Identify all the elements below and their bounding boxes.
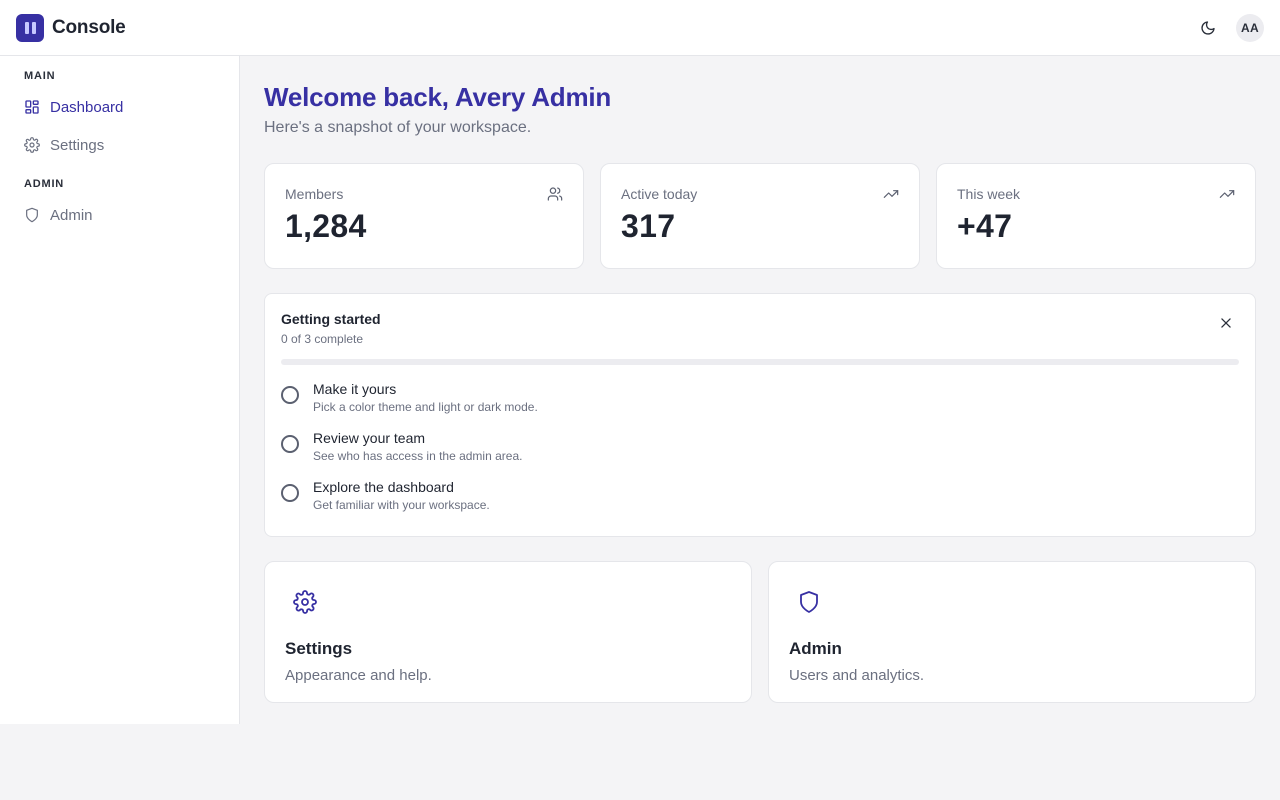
users-icon [547,187,563,201]
shield-icon [800,591,818,613]
card-title: Admin [789,639,842,658]
close-icon[interactable] [1219,316,1233,330]
console-logo-icon [16,13,44,42]
task-title: Explore the dashboard [313,479,454,495]
task-item[interactable]: Explore the dashboard Get familiar with … [281,479,1239,512]
top-actions: AA [1194,13,1264,42]
getting-started-panel: Getting started 0 of 3 complete Make it … [264,293,1256,537]
getting-started-title: Getting started [281,311,381,327]
trending-up-icon [1219,190,1235,198]
task-text: Make it yours Pick a color theme and lig… [313,381,538,414]
quick-links: Settings Appearance and help. Admin User… [264,561,1256,703]
sidebar-section-main: MAIN [24,70,56,82]
sidebar-item-settings[interactable]: Settings [0,126,239,164]
theme-toggle-button[interactable] [1194,14,1222,42]
card-description: Appearance and help. [285,667,432,684]
sidebar-section-admin: ADMIN [24,178,65,190]
task-item[interactable]: Make it yours Pick a color theme and lig… [281,381,1239,414]
stat-value: +47 [957,208,1013,244]
stat-label: Active today [621,186,698,202]
task-text: Review your team See who has access in t… [313,430,522,463]
getting-started-progress-bar [281,359,1239,365]
stat-card-members: Members 1,284 [264,163,584,269]
sidebar-item-dashboard[interactable]: Dashboard [0,88,239,126]
top-bar: Console AA [0,0,1280,56]
gear-icon [24,137,40,153]
stat-value: 1,284 [285,208,367,244]
page-subtitle: Here's a snapshot of your workspace. [264,119,532,136]
stat-card-active-today: Active today 317 [600,163,920,269]
gear-icon [293,590,317,614]
settings-card[interactable]: Settings Appearance and help. [264,561,752,703]
stat-value: 317 [621,208,676,244]
brand[interactable]: Console [16,13,126,42]
task-checkbox[interactable] [281,435,299,453]
stats-row: Members 1,284 Active today 317 This week… [264,163,1256,269]
admin-card[interactable]: Admin Users and analytics. [768,561,1256,703]
card-description: Users and analytics. [789,667,925,684]
task-checkbox[interactable] [281,484,299,502]
page-title: Welcome back, Avery Admin [264,82,612,112]
sidebar-item-label: Settings [50,136,105,154]
sidebar-item-label: Dashboard [50,98,124,116]
stat-label: Members [285,186,344,202]
main-content: Welcome back, Avery Admin Here's a snaps… [264,56,1256,703]
moon-icon [1201,20,1215,35]
task-text: Explore the dashboard Get familiar with … [313,479,490,512]
sidebar-item-admin[interactable]: Admin [0,196,239,234]
sidebar-item-label: Admin [50,206,93,224]
task-checkbox[interactable] [281,386,299,404]
trending-up-icon [883,190,899,198]
task-description: See who has access in the admin area. [313,449,523,463]
getting-started-progress-text: 0 of 3 complete [281,332,364,346]
user-avatar[interactable]: AA [1236,13,1264,42]
card-title: Settings [285,639,353,658]
sidebar: MAIN Dashboard Settings ADMIN Admin [0,56,240,724]
task-description: Pick a color theme and light or dark mod… [313,400,538,414]
task-title: Make it yours [313,381,397,397]
dashboard-icon [25,100,39,114]
task-item[interactable]: Review your team See who has access in t… [281,430,1239,463]
task-description: Get familiar with your workspace. [313,498,490,512]
app-name: Console [52,16,126,38]
task-title: Review your team [313,430,426,446]
shield-icon [26,207,38,223]
stat-label: This week [957,186,1021,202]
stat-card-this-week: This week +47 [936,163,1256,269]
